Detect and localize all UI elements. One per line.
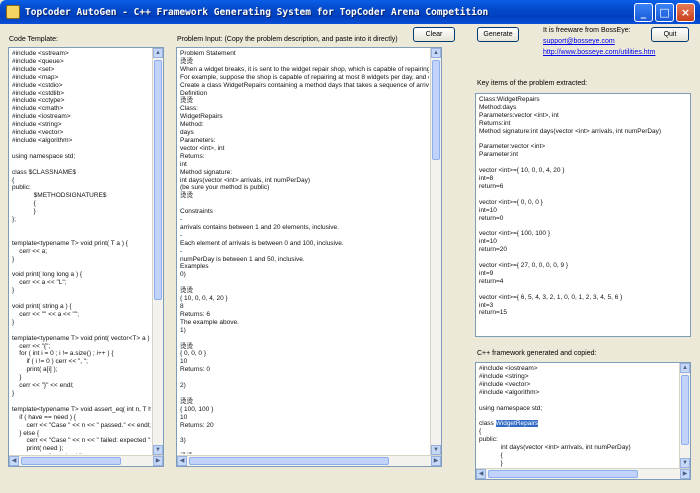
- problem-input-hscrollbar[interactable]: ◀ ▶: [177, 455, 441, 466]
- key-items-text: Class:WidgetRepairs Method:days Paramete…: [479, 96, 662, 317]
- window-title: TopCoder AutoGen - C++ Framework Generat…: [25, 6, 489, 18]
- scroll-left-arrow-icon[interactable]: ◀: [177, 456, 187, 466]
- close-button[interactable]: ×: [676, 2, 695, 22]
- framework-selected-classname: WidgetRepairs: [495, 420, 539, 428]
- scroll-right-arrow-icon[interactable]: ▶: [680, 469, 690, 479]
- scroll-thumb[interactable]: [189, 457, 389, 465]
- code-template-textarea[interactable]: #include <sstream> #include <queue> #inc…: [8, 47, 164, 467]
- scroll-thumb[interactable]: [681, 375, 689, 445]
- scroll-right-arrow-icon[interactable]: ▶: [153, 456, 163, 466]
- website-link[interactable]: http://www.bosseye.com/utilities.htm: [543, 49, 655, 56]
- scroll-thumb[interactable]: [154, 60, 162, 300]
- framework-hscrollbar[interactable]: ◀ ▶: [476, 468, 690, 479]
- scroll-right-arrow-icon[interactable]: ▶: [431, 456, 441, 466]
- framework-textarea[interactable]: #include <iostream> #include <string> #i…: [475, 362, 691, 480]
- scroll-down-arrow-icon[interactable]: ▼: [680, 458, 690, 468]
- problem-input-vscrollbar[interactable]: ▲ ▼: [430, 48, 441, 455]
- scroll-up-arrow-icon[interactable]: ▲: [153, 48, 163, 58]
- key-items-label: Key items of the problem extracted:: [477, 80, 588, 87]
- scroll-down-arrow-icon[interactable]: ▼: [431, 445, 441, 455]
- framework-text-before: #include <iostream> #include <string> #i…: [479, 365, 543, 428]
- maximize-button[interactable]: □: [655, 2, 674, 22]
- scroll-up-arrow-icon[interactable]: ▲: [680, 363, 690, 373]
- framework-vscrollbar[interactable]: ▲ ▼: [679, 363, 690, 468]
- freeware-text: It is freeware from BossEye:: [543, 27, 631, 34]
- problem-input-text: Problem Statement 烫烫 When a widget break…: [180, 50, 429, 454]
- minimize-button[interactable]: _: [634, 2, 653, 22]
- support-email-link[interactable]: support@bosseye.com: [543, 38, 615, 45]
- problem-input-textarea[interactable]: Problem Statement 烫烫 When a widget break…: [176, 47, 442, 467]
- code-template-hscrollbar[interactable]: ◀ ▶: [9, 455, 163, 466]
- title-bar: TopCoder AutoGen - C++ Framework Generat…: [0, 0, 700, 24]
- scroll-thumb[interactable]: [21, 457, 121, 465]
- scroll-thumb[interactable]: [432, 60, 440, 160]
- code-template-text: #include <sstream> #include <queue> #inc…: [12, 50, 151, 454]
- scroll-thumb[interactable]: [488, 470, 638, 478]
- code-template-vscrollbar[interactable]: ▲ ▼: [152, 48, 163, 455]
- app-icon: [6, 5, 20, 19]
- scroll-left-arrow-icon[interactable]: ◀: [476, 469, 486, 479]
- framework-text: #include <iostream> #include <string> #i…: [479, 365, 678, 467]
- framework-label: C++ framework generated and copied:: [477, 350, 597, 357]
- problem-input-label: Problem Input: (Copy the problem descrip…: [177, 36, 398, 43]
- scroll-left-arrow-icon[interactable]: ◀: [9, 456, 19, 466]
- framework-text-after: { public: int days(vector <int> arrivals…: [479, 428, 631, 467]
- clear-button[interactable]: Clear: [413, 27, 455, 42]
- scroll-up-arrow-icon[interactable]: ▲: [431, 48, 441, 58]
- code-template-label: Code Template:: [9, 36, 58, 43]
- scroll-down-arrow-icon[interactable]: ▼: [153, 445, 163, 455]
- quit-button[interactable]: Quit: [651, 27, 689, 42]
- key-items-textarea[interactable]: Class:WidgetRepairs Method:days Paramete…: [475, 93, 691, 337]
- generate-button[interactable]: Generate: [477, 27, 519, 42]
